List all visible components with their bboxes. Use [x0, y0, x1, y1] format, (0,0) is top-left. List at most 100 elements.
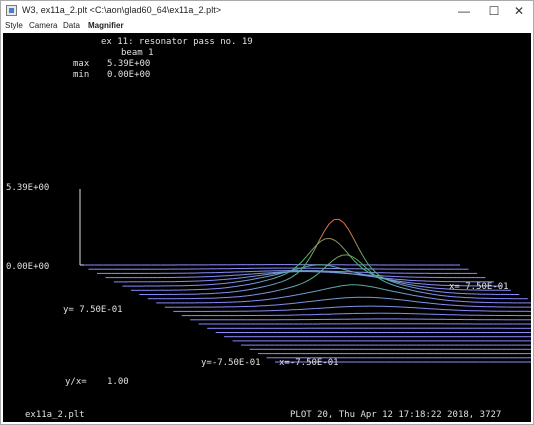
surface-line-segment	[272, 282, 278, 286]
menu-item-style[interactable]: Style	[5, 21, 23, 30]
min-value: 0.00E+00	[107, 70, 150, 80]
surface-line-segment	[264, 275, 270, 278]
surface-line-segment	[277, 274, 284, 278]
menu-item-magnifier[interactable]: Magnifier	[88, 21, 124, 30]
menu-item-camera[interactable]: Camera	[29, 21, 57, 30]
surface-line-segment	[436, 298, 442, 301]
menu-item-data[interactable]: Data	[63, 21, 80, 30]
surface-line-segment	[328, 219, 335, 225]
plot-title: ex 11: resonator pass no. 19	[101, 37, 253, 47]
plot-canvas[interactable]: ex 11: resonator pass no. 19 beam 1 max …	[3, 33, 531, 422]
surface-line-segment	[294, 283, 300, 287]
surface-line-segment	[301, 255, 307, 262]
x-positive-label: x= 7.50E-01	[449, 282, 509, 292]
surface-line-segment	[225, 286, 231, 289]
surface-line-segment	[389, 283, 395, 287]
surface-line-segment	[425, 302, 431, 304]
surface-line-segment	[346, 272, 352, 275]
surface-line-segment	[238, 295, 243, 298]
surface-line-segment	[417, 295, 423, 298]
surface-line-segment	[407, 281, 413, 284]
title-bar[interactable]: W3, ex11a_2.plt <C:\aon\glad60_64\ex11a_…	[1, 1, 533, 21]
surface-line-segment	[276, 281, 282, 284]
surface-line-segment	[241, 280, 246, 282]
surface-line-segment	[409, 286, 415, 289]
surface-line-segment	[419, 288, 425, 290]
surface-line-segment	[422, 296, 428, 299]
surface-line-segment	[221, 287, 226, 289]
surface-line-segment	[332, 256, 339, 261]
surface-line-segment	[275, 297, 280, 299]
surface-line-segment	[312, 290, 318, 293]
surface-line-segment	[252, 293, 258, 296]
surface-line-segment	[433, 290, 439, 293]
surface-line-segment	[338, 218, 344, 224]
surface-line-segment	[242, 295, 248, 297]
z-max-label: 5.39E+00	[6, 183, 49, 193]
surface-line-segment	[357, 246, 364, 256]
surface-line-segment	[339, 244, 345, 250]
menu-bar: Style Camera Data Magnifier	[1, 21, 533, 33]
minimize-button[interactable]: —	[449, 1, 479, 21]
surface-line-segment	[428, 293, 433, 295]
surface-line-segment	[424, 289, 430, 291]
surface-line-segment	[267, 284, 273, 287]
surface-line-segment	[397, 299, 403, 301]
surface-line-segment	[405, 285, 411, 288]
y-negative-label: y=-7.50E-01	[201, 358, 261, 368]
surface-line-segment	[234, 290, 240, 293]
window-title: W3, ex11a_2.plt <C:\aon\glad60_64\ex11a_…	[22, 5, 222, 15]
surface-line-segment	[402, 299, 408, 301]
surface-line-segment	[388, 290, 394, 292]
surface-line-segment	[312, 264, 318, 266]
surface-line-segment	[341, 284, 347, 287]
plot-window: W3, ex11a_2.plt <C:\aon\glad60_64\ex11a_…	[0, 0, 534, 425]
surface-line-segment	[237, 277, 243, 279]
surface-line-segment	[243, 289, 249, 291]
close-button[interactable]: ✕	[504, 1, 534, 21]
surface-line-segment	[413, 290, 419, 293]
surface-line-segment	[236, 280, 242, 283]
surface-line-segment	[380, 278, 386, 283]
surface-line-segment	[253, 287, 259, 290]
surface-line-segment	[411, 284, 416, 287]
surface-line-segment	[408, 293, 413, 296]
surface-line-segment	[425, 286, 431, 289]
surface-line-segment	[309, 276, 315, 281]
beam-label: beam 1	[121, 48, 154, 58]
surface-line-segment	[352, 237, 359, 247]
z-min-label: 0.00E+00	[6, 262, 49, 272]
ratio-label: y/x=	[65, 377, 87, 387]
surface-line-segment	[261, 274, 266, 276]
surface-line-segment	[416, 301, 422, 303]
surface-line-segment	[249, 282, 255, 285]
surface-line-segment	[313, 272, 320, 278]
surface-line-segment	[284, 295, 290, 298]
surface-line-segment	[400, 283, 406, 287]
surface-line-segment	[414, 287, 420, 290]
max-label: max	[73, 59, 90, 69]
surface-line-segment	[337, 271, 342, 274]
surface-line-segment	[269, 274, 275, 277]
surface-line-segment	[432, 293, 438, 296]
surface-line-segment	[327, 259, 334, 265]
surface-line-segment	[289, 294, 295, 297]
surface-line-segment	[443, 291, 449, 294]
surface-line-segment	[246, 276, 252, 278]
surface-line-segment	[308, 291, 314, 294]
surface-line-segment	[248, 288, 254, 291]
surface-line-segment	[430, 287, 435, 289]
surface-line-segment	[268, 278, 274, 281]
surface-line-segment	[326, 298, 332, 301]
surface-line-segment	[317, 289, 323, 292]
surface-line-segment	[258, 280, 265, 283]
surface-line-segment	[250, 278, 256, 281]
surface-line-segment	[332, 286, 337, 289]
surface-line-segment	[247, 294, 253, 297]
surface-line-segment	[296, 261, 303, 267]
surface-line-segment	[447, 295, 452, 298]
surface-line-segment	[365, 285, 371, 287]
app-icon	[6, 5, 17, 16]
surface-line-segment	[297, 301, 303, 304]
surface-line-segment	[281, 279, 287, 283]
